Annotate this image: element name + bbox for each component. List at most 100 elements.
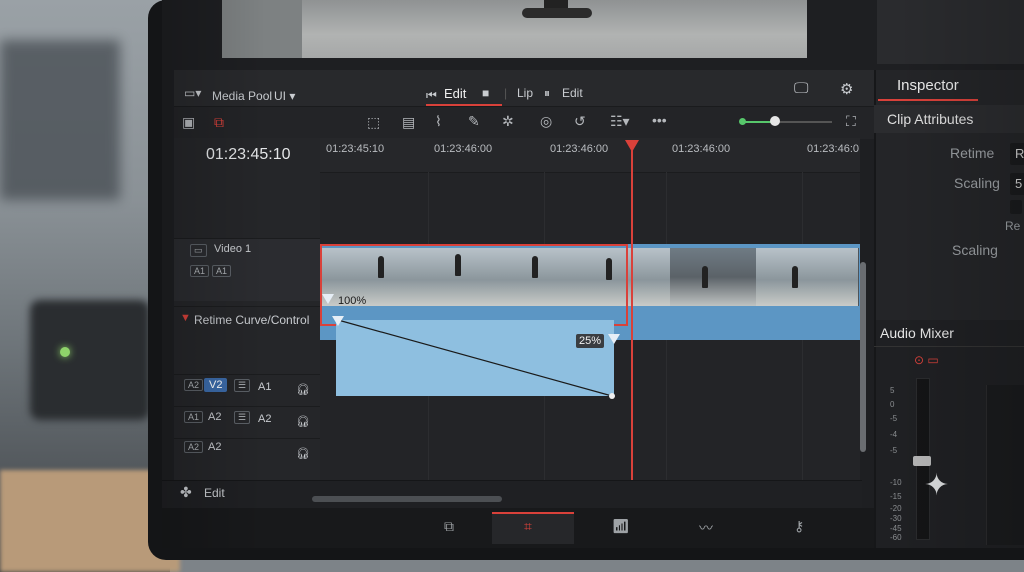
viewer-skateboard [522, 8, 592, 18]
scaling-field[interactable]: 5 [1010, 173, 1024, 195]
db-mark: -15 [890, 492, 902, 501]
timeline-footer [162, 480, 862, 509]
divider: | [504, 86, 508, 100]
retime-extra-label: Re [1005, 219, 1021, 233]
retime-field[interactable]: R [1010, 143, 1024, 165]
edit-tab-active[interactable]: Edit [444, 86, 466, 101]
curve-marker-end[interactable] [608, 334, 620, 344]
more-icon[interactable]: ••• [652, 112, 667, 128]
scaling-checkbox[interactable] [1010, 200, 1022, 214]
gear-tool-icon[interactable]: ✲ [502, 113, 514, 130]
audio-track-link-icon[interactable]: ☰ [234, 411, 251, 424]
inspector-tab-underline [878, 99, 978, 101]
headphone-icon[interactable]: 🎧︎ [296, 447, 310, 460]
speed-start-label: 100% [338, 295, 367, 307]
monitor-icon[interactable]: 🖵 [794, 80, 808, 97]
folder-icon[interactable]: ▭▾ [184, 86, 201, 100]
speed-end-label: 25% [576, 334, 605, 348]
panel-icon[interactable]: ▣ [182, 114, 195, 131]
db-mark: -20 [890, 504, 902, 513]
audio-fader[interactable] [913, 456, 931, 466]
zoom-slider-knob[interactable] [770, 116, 780, 126]
playhead[interactable] [631, 148, 633, 518]
footer-edit-label: Edit [204, 486, 225, 500]
image-icon[interactable]: ▤ [402, 114, 415, 131]
db-mark: -60 [890, 533, 902, 542]
record-icon[interactable]: ⊙ ▭ [914, 353, 939, 367]
audio-track-name[interactable]: A2 [208, 411, 221, 423]
inspector-tab[interactable]: Inspector [897, 77, 959, 94]
background-shelf [0, 40, 120, 200]
ruler-tick-4: 01:23:46:0 [807, 143, 859, 155]
db-mark: -5 [890, 414, 898, 423]
stop-icon[interactable]: ■ [482, 86, 489, 100]
retime-label: Retime [950, 145, 995, 161]
curve-marker-start[interactable] [332, 316, 344, 326]
editor-screen: ▭▾ Media Pool UI ▾ ⏮ Edit ■ | Lip ⏸ Edit… [162, 0, 1024, 548]
pen-icon[interactable]: ✎ [468, 113, 480, 130]
audio-track-link-icon[interactable]: ☰ [234, 379, 251, 392]
right-top-panel [877, 0, 1024, 64]
headphone-icon[interactable]: 🎧︎ [296, 383, 310, 396]
retime-icon[interactable]: ⧉ [214, 114, 224, 131]
timeline-horizontal-scrollbar[interactable] [312, 496, 502, 502]
prev-frame-icon[interactable]: ⏮ [426, 88, 437, 103]
page-edit-active[interactable] [492, 512, 574, 544]
audio-track-badge: A1 [184, 411, 204, 423]
retime-track-name: Retime Curve/Control [194, 313, 310, 327]
clip-tab[interactable]: Lip [517, 86, 533, 100]
clip-skater [702, 266, 708, 288]
edit-page-icon[interactable]: ✤ [180, 484, 192, 501]
scaling-label: Scaling [954, 175, 1000, 191]
headphone-icon[interactable]: 🎧︎ [296, 415, 310, 428]
video-viewer [222, 0, 807, 58]
clip-attributes-title: Clip Attributes [887, 111, 974, 127]
loop-icon[interactable]: ◎ [540, 113, 552, 130]
playhead-handle[interactable] [625, 140, 639, 152]
chart-icon[interactable]: ⬚ [367, 114, 380, 131]
ui-label: UI [274, 89, 286, 103]
settings-icon[interactable]: ⚙ [840, 80, 853, 98]
db-mark: 0 [890, 400, 895, 409]
audio-track-name[interactable]: A2 [208, 441, 221, 453]
history-icon[interactable]: ↺ [574, 113, 586, 130]
video-track-name: Video 1 [214, 243, 252, 255]
curve-icon[interactable]: ⌇ [435, 113, 442, 130]
ui-button[interactable]: UI ▾ [274, 89, 295, 103]
deliver-page-icon[interactable]: ⚷ [794, 518, 804, 535]
fairlight-page-icon[interactable]: 📶︎ [612, 518, 630, 535]
speed-marker-start[interactable] [322, 294, 334, 304]
video-track-icon: ▭ [190, 244, 207, 257]
zoom-slider-min [739, 118, 746, 125]
color-page-icon[interactable]: 〰 [699, 518, 713, 538]
audio-track-badge: A2 [184, 379, 204, 391]
video-badge-1[interactable]: A1 [190, 265, 210, 277]
edit-tab[interactable]: Edit [562, 86, 583, 100]
audio-track-badge: A2 [184, 441, 204, 453]
timeline-vertical-scrollbar[interactable] [860, 262, 866, 452]
clip-frame [670, 248, 757, 306]
audio-mixer-title: Audio Mixer [880, 325, 954, 341]
scaling-label-2: Scaling [952, 242, 998, 258]
pause-icon[interactable]: ⏸ [544, 86, 550, 101]
db-mark: -5 [890, 446, 898, 455]
collapse-arrow-icon[interactable]: ▼ [180, 312, 191, 324]
audio-track-name[interactable]: V2 [204, 378, 228, 392]
db-mark: -30 [890, 514, 902, 523]
audio-track-link[interactable]: A1 [258, 381, 271, 393]
db-mark: 5 [890, 386, 895, 395]
ruler-tick-2: 01:23:46:00 [550, 143, 609, 155]
view-options-icon[interactable]: ☷▾ [610, 113, 630, 130]
clip-frame [756, 248, 859, 306]
sparkle-icon: ✦ [924, 469, 950, 502]
edit-page-icon-active[interactable]: ⌗ [524, 518, 532, 535]
media-page-icon[interactable]: ⧉ [444, 518, 454, 535]
ruler-tick-3: 01:23:46:00 [672, 143, 731, 155]
video-badge-2[interactable]: A1 [212, 265, 232, 277]
fullscreen-icon[interactable]: ⛶ [846, 113, 856, 130]
retime-curve-line[interactable] [330, 312, 622, 404]
media-pool-button[interactable]: Media Pool [212, 89, 272, 103]
audio-track-link[interactable]: A2 [258, 413, 271, 425]
clip-skater [792, 266, 798, 288]
clip-frame [628, 248, 671, 306]
